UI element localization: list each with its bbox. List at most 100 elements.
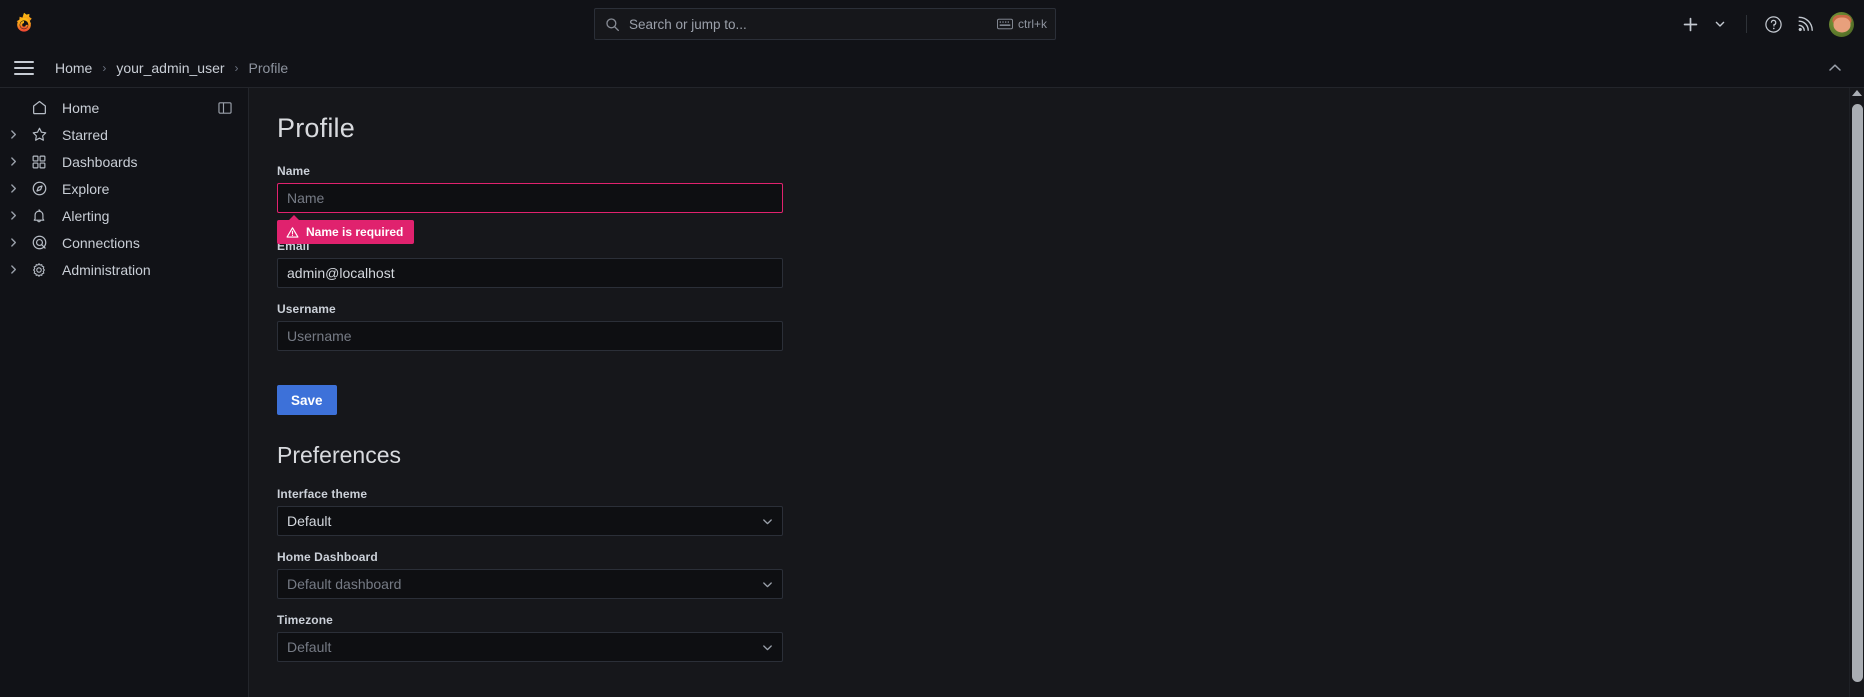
sidebar-item-label: Starred [62, 127, 108, 143]
add-new-button[interactable] [1675, 9, 1705, 39]
connections-icon [26, 234, 52, 251]
expand-connections-button[interactable] [0, 237, 26, 248]
chevron-up-icon [1826, 59, 1844, 77]
search-shortcut-text: ctrl+k [1018, 17, 1047, 31]
breadcrumb: Home › your_admin_user › Profile [54, 58, 289, 78]
expand-dashboards-button[interactable] [0, 156, 26, 167]
save-button[interactable]: Save [277, 385, 337, 415]
hamburger-line [14, 67, 34, 69]
chevron-right-icon [8, 156, 19, 167]
timezone-select[interactable]: Default [277, 632, 783, 662]
sidebar-item-explore[interactable]: Explore [0, 175, 248, 202]
timezone-group: Timezone Default [277, 613, 783, 662]
chevron-down-icon [761, 641, 774, 654]
chevron-right-icon [8, 210, 19, 221]
sidebar-item-starred[interactable]: Starred [0, 121, 248, 148]
chevron-right-icon [8, 129, 19, 140]
avatar-face [1833, 18, 1850, 33]
expand-alerting-button[interactable] [0, 210, 26, 221]
collapse-header-button[interactable] [1826, 59, 1844, 77]
main-content-area: Profile Name Name is required Email [249, 88, 1864, 697]
expand-starred-button[interactable] [0, 129, 26, 140]
name-error-text: Name is required [306, 225, 403, 239]
sidebar-item-home[interactable]: Home [0, 94, 248, 121]
dock-panel-icon [217, 100, 233, 116]
scrollbar-thumb[interactable] [1852, 104, 1863, 682]
global-search-bar[interactable]: Search or jump to... ctrl+k [594, 8, 1056, 40]
breadcrumb-item-user[interactable]: your_admin_user [115, 58, 225, 78]
expand-administration-button[interactable] [0, 264, 26, 275]
preferences-section: Preferences Interface theme Default Home… [277, 442, 1864, 662]
email-input[interactable] [277, 258, 783, 288]
chevron-right-icon [8, 183, 19, 194]
hamburger-line [14, 61, 34, 63]
home-dashboard-label: Home Dashboard [277, 550, 783, 564]
compass-icon [26, 180, 52, 197]
sidebar-item-dashboards[interactable]: Dashboards [0, 148, 248, 175]
chevron-right-icon [8, 264, 19, 275]
home-dashboard-select[interactable]: Default dashboard [277, 569, 783, 599]
hamburger-line [14, 73, 34, 75]
breadcrumb-separator: › [235, 61, 239, 75]
preferences-title: Preferences [277, 442, 1864, 469]
email-field-group: Email [277, 239, 783, 288]
name-field-label: Name [277, 164, 783, 178]
grafana-logo-icon [11, 11, 37, 37]
help-circle-icon [1764, 15, 1783, 34]
scroll-up-arrow-icon[interactable] [1852, 90, 1862, 96]
sidebar-item-alerting[interactable]: Alerting [0, 202, 248, 229]
primary-sidebar: Home Starred [0, 88, 249, 697]
warning-triangle-icon [286, 226, 299, 239]
chevron-down-icon [761, 515, 774, 528]
chevron-down-icon [1714, 18, 1726, 30]
sidebar-item-label: Dashboards [62, 154, 138, 170]
keyboard-icon [997, 18, 1013, 30]
sidebar-item-label: Alerting [62, 208, 109, 224]
add-new-dropdown-toggle[interactable] [1705, 9, 1735, 39]
user-avatar[interactable] [1829, 12, 1854, 37]
menu-toggle-button[interactable] [11, 55, 37, 81]
breadcrumb-item-home[interactable]: Home [54, 58, 93, 78]
interface-theme-label: Interface theme [277, 487, 783, 501]
timezone-value: Default [287, 639, 331, 655]
page-title: Profile [277, 113, 1864, 144]
content-scrollbar[interactable] [1849, 88, 1864, 697]
gear-icon [26, 262, 52, 278]
profile-page: Profile Name Name is required Email [249, 88, 1864, 662]
sidebar-item-label: Home [62, 100, 99, 116]
name-field-group: Name Name is required [277, 164, 783, 213]
star-icon [26, 126, 52, 143]
topbar-divider [1746, 15, 1747, 33]
username-input[interactable] [277, 321, 783, 351]
grafana-logo-button[interactable] [0, 0, 48, 48]
name-input[interactable] [277, 183, 783, 213]
plus-icon [1682, 16, 1699, 33]
sidebar-item-label: Explore [62, 181, 109, 197]
create-new-menu[interactable] [1675, 9, 1735, 39]
search-input-container[interactable]: Search or jump to... ctrl+k [594, 8, 1056, 40]
name-error-tooltip: Name is required [277, 220, 414, 244]
sidebar-item-label: Administration [62, 262, 151, 278]
home-icon [26, 99, 52, 116]
sidebar-item-label: Connections [62, 235, 140, 251]
breadcrumb-separator: › [102, 61, 106, 75]
search-icon [605, 17, 620, 32]
breadcrumb-item-profile: Profile [248, 58, 290, 78]
sidebar-nav-list: Home Starred [0, 94, 248, 283]
top-navigation-bar: Search or jump to... ctrl+k [0, 0, 1864, 48]
topbar-actions [1675, 0, 1854, 48]
dock-menu-button[interactable] [212, 94, 238, 121]
breadcrumb-bar: Home › your_admin_user › Profile [0, 48, 1864, 88]
search-placeholder-text: Search or jump to... [629, 17, 997, 32]
home-dashboard-group: Home Dashboard Default dashboard [277, 550, 783, 599]
help-button[interactable] [1758, 9, 1788, 39]
username-field-group: Username [277, 302, 783, 351]
home-dashboard-value: Default dashboard [287, 576, 401, 592]
expand-explore-button[interactable] [0, 183, 26, 194]
sidebar-item-connections[interactable]: Connections [0, 229, 248, 256]
news-feed-button[interactable] [1790, 9, 1820, 39]
interface-theme-group: Interface theme Default [277, 487, 783, 536]
interface-theme-value: Default [287, 513, 331, 529]
sidebar-item-administration[interactable]: Administration [0, 256, 248, 283]
interface-theme-select[interactable]: Default [277, 506, 783, 536]
